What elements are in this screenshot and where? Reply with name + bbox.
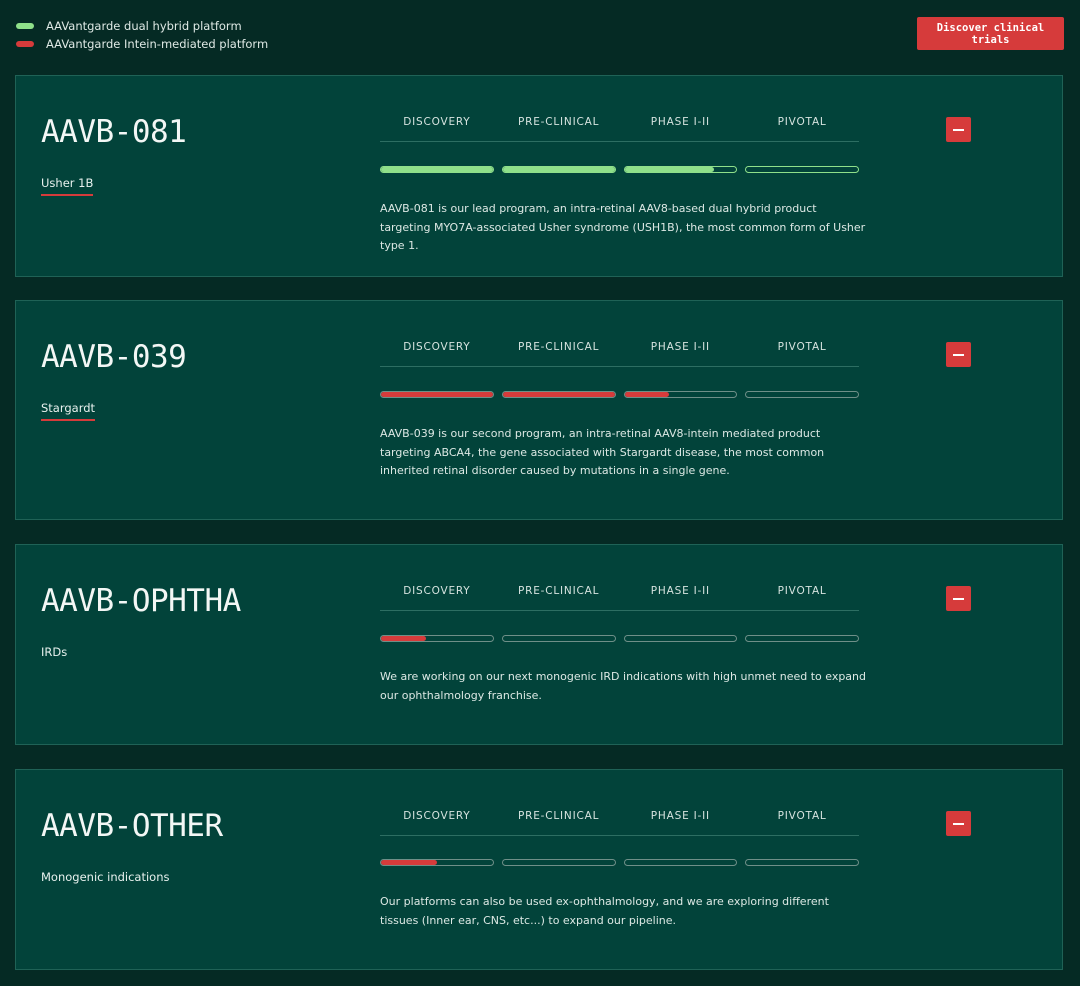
minus-icon xyxy=(953,353,964,356)
progress-bar-pre-clinical xyxy=(501,166,616,173)
program-description: AAVB-039 is our second program, an intra… xyxy=(380,427,825,477)
platform-legend: AAVantgarde dual hybrid platform AAVantg… xyxy=(16,17,268,53)
discover-clinical-trials-button[interactable]: Discover clinical trials xyxy=(917,17,1064,50)
minus-icon xyxy=(953,597,964,600)
stage-header: DISCOVERY PRE-CLINICAL PHASE I-II PIVOTA… xyxy=(380,810,859,836)
minus-icon xyxy=(953,822,964,825)
minus-icon xyxy=(953,128,964,131)
program-title: AAVB-OTHER xyxy=(41,808,223,844)
indication-link[interactable]: Stargardt xyxy=(41,401,96,421)
progress-bar-pivotal xyxy=(745,859,859,866)
stage-label-discovery: DISCOVERY xyxy=(403,810,471,822)
legend-swatch-red xyxy=(16,41,34,47)
progress-bars xyxy=(380,166,859,173)
progress-bar-phase-i-ii xyxy=(623,859,738,866)
program-title: AAVB-OPHTHA xyxy=(41,583,241,619)
collapse-toggle-button[interactable] xyxy=(946,586,971,611)
indication-link[interactable]: Usher 1B xyxy=(41,176,94,196)
progress-fill xyxy=(502,392,615,397)
progress-bar-discovery xyxy=(380,391,494,398)
progress-fill xyxy=(381,392,493,397)
progress-bars xyxy=(380,635,859,642)
legend-label: AAVantgarde dual hybrid platform xyxy=(46,19,242,33)
stage-header: DISCOVERY PRE-CLINICAL PHASE I-II PIVOTA… xyxy=(380,341,859,367)
program-card-aavb-ophtha: AAVB-OPHTHA IRDs DISCOVERY PRE-CLINICAL … xyxy=(15,544,1063,745)
progress-fill xyxy=(381,636,426,641)
program-card-aavb-081: AAVB-081 Usher 1B DISCOVERY PRE-CLINICAL… xyxy=(15,75,1063,277)
stage-header: DISCOVERY PRE-CLINICAL PHASE I-II PIVOTA… xyxy=(380,585,859,611)
stage-label-pivotal: PIVOTAL xyxy=(777,585,827,597)
collapse-toggle-button[interactable] xyxy=(946,811,971,836)
progress-bar-pre-clinical xyxy=(501,391,616,398)
program-description: We are working on our next monogenic IRD… xyxy=(380,670,867,702)
stage-label-phase-i-ii: PHASE I-II xyxy=(650,810,710,822)
stage-label-discovery: DISCOVERY xyxy=(403,341,471,353)
indication-label: Monogenic indications xyxy=(41,870,170,884)
progress-bar-pivotal xyxy=(745,166,859,173)
progress-bar-pivotal xyxy=(745,635,859,642)
program-card-aavb-other: AAVB-OTHER Monogenic indications DISCOVE… xyxy=(15,769,1063,970)
stage-label-pre-clinical: PRE-CLINICAL xyxy=(518,341,600,353)
stage-label-phase-i-ii: PHASE I-II xyxy=(650,116,710,128)
stage-label-phase-i-ii: PHASE I-II xyxy=(650,341,710,353)
stage-label-discovery: DISCOVERY xyxy=(403,585,471,597)
progress-bar-discovery xyxy=(380,166,494,173)
stage-label-pre-clinical: PRE-CLINICAL xyxy=(518,116,600,128)
stage-header: DISCOVERY PRE-CLINICAL PHASE I-II PIVOTA… xyxy=(380,116,859,142)
stage-label-pre-clinical: PRE-CLINICAL xyxy=(518,810,600,822)
legend-item-dual-hybrid: AAVantgarde dual hybrid platform xyxy=(16,17,268,35)
stage-label-pivotal: PIVOTAL xyxy=(777,116,827,128)
progress-bar-phase-i-ii xyxy=(623,391,738,398)
legend-item-intein: AAVantgarde Intein-mediated platform xyxy=(16,35,268,53)
progress-bar-pivotal xyxy=(745,391,859,398)
indication-label: IRDs xyxy=(41,645,68,659)
stage-label-pivotal: PIVOTAL xyxy=(777,810,827,822)
progress-bar-pre-clinical xyxy=(501,635,616,642)
progress-fill xyxy=(502,167,615,172)
program-description: AAVB-081 is our lead program, an intra-r… xyxy=(380,202,866,252)
program-description: Our platforms can also be used ex-ophtha… xyxy=(380,895,829,927)
progress-fill xyxy=(624,167,714,172)
program-title: AAVB-039 xyxy=(41,339,187,375)
stage-label-pre-clinical: PRE-CLINICAL xyxy=(518,585,600,597)
stage-label-discovery: DISCOVERY xyxy=(403,116,471,128)
progress-fill xyxy=(381,860,437,865)
progress-bar-discovery xyxy=(380,859,494,866)
collapse-toggle-button[interactable] xyxy=(946,342,971,367)
program-title: AAVB-081 xyxy=(41,114,187,150)
legend-swatch-green xyxy=(16,23,34,29)
progress-bars xyxy=(380,859,859,866)
progress-bar-discovery xyxy=(380,635,494,642)
legend-label: AAVantgarde Intein-mediated platform xyxy=(46,37,269,51)
progress-bar-pre-clinical xyxy=(501,859,616,866)
progress-bars xyxy=(380,391,859,398)
progress-bar-phase-i-ii xyxy=(623,635,738,642)
collapse-toggle-button[interactable] xyxy=(946,117,971,142)
stage-label-pivotal: PIVOTAL xyxy=(777,341,827,353)
progress-fill xyxy=(624,392,670,397)
stage-label-phase-i-ii: PHASE I-II xyxy=(650,585,710,597)
program-card-aavb-039: AAVB-039 Stargardt DISCOVERY PRE-CLINICA… xyxy=(15,300,1063,520)
progress-bar-phase-i-ii xyxy=(623,166,738,173)
progress-fill xyxy=(381,167,493,172)
